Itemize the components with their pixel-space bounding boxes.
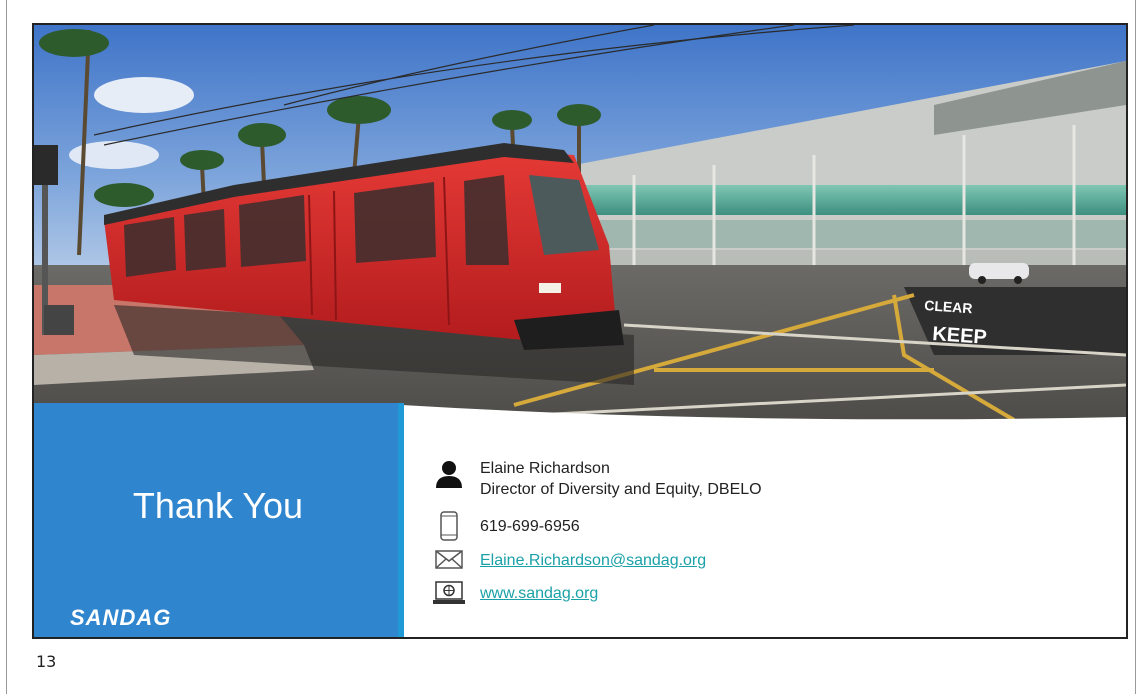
slide-number: 13	[36, 652, 57, 671]
trolley-photo: CLEAR KEEP	[34, 25, 1126, 445]
contact-email-link[interactable]: Elaine.Richardson@sandag.org	[480, 552, 706, 569]
contact-website-link[interactable]: www.sandag.org	[480, 585, 598, 602]
contact-name-row: Elaine Richardson Director of Diversity …	[432, 458, 762, 500]
contact-name: Elaine Richardson	[480, 460, 610, 477]
phone-icon	[432, 511, 466, 541]
contact-website-row: www.sandag.org	[432, 578, 598, 608]
sandag-logo: SANDAG	[70, 605, 172, 630]
laptop-globe-icon	[432, 578, 466, 608]
contact-title: Director of Diversity and Equity, DBELO	[480, 481, 762, 498]
contact-phone-row: 619-699-6956	[432, 511, 580, 541]
slide-viewer: CLEAR KEEP Thank You SANDAG Elaine Richa…	[0, 0, 1142, 696]
envelope-icon	[432, 545, 466, 575]
thank-you-heading: Thank You	[132, 485, 304, 526]
contact-phone: 619-699-6956	[480, 518, 580, 535]
road-marking-clear: CLEAR	[924, 297, 973, 316]
contact-email-row: Elaine.Richardson@sandag.org	[432, 545, 706, 575]
person-icon	[432, 458, 466, 488]
